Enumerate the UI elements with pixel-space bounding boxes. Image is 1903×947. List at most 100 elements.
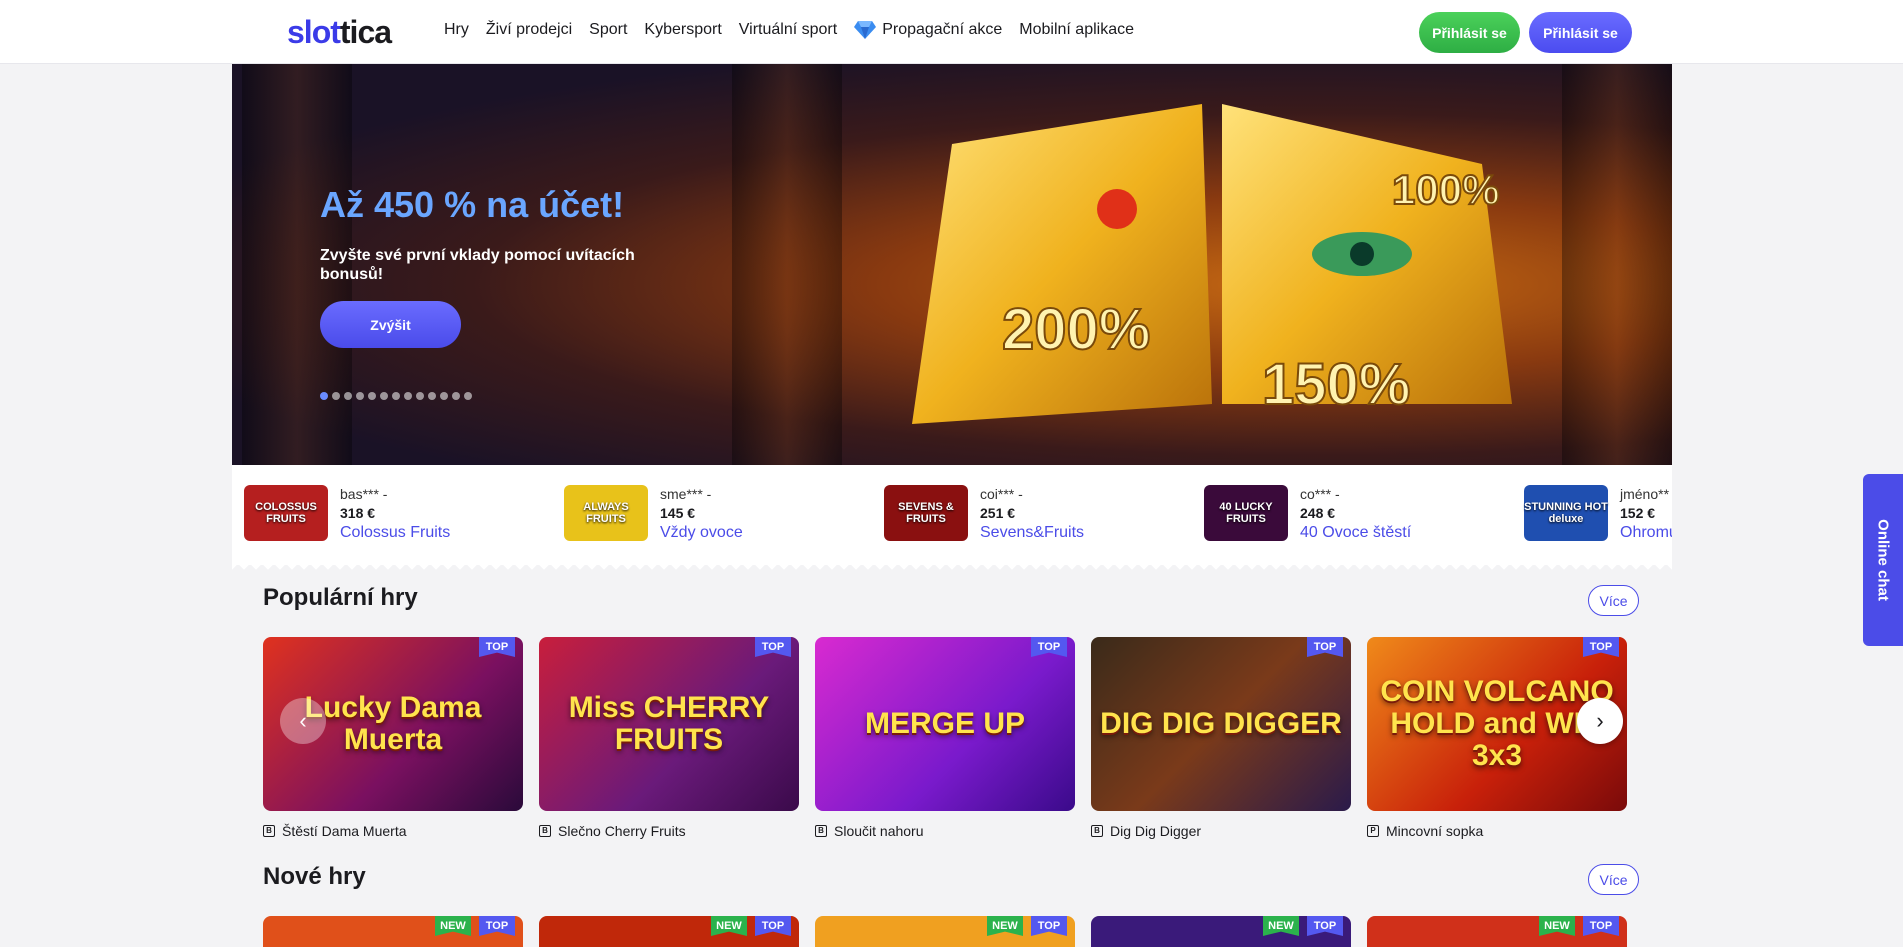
nav-item-mobile-app[interactable]: Mobilní aplikace bbox=[1019, 21, 1134, 39]
winner-username: co*** - bbox=[1300, 486, 1340, 502]
login-button-blue[interactable]: Přihlásit se bbox=[1529, 12, 1632, 53]
chevron-left-icon: ‹ bbox=[299, 708, 307, 733]
game-card[interactable]: Miss CHERRY FRUITS TOP bbox=[539, 637, 799, 811]
nav-item-live-dealers[interactable]: Živí prodejci bbox=[486, 21, 572, 39]
section-title-new: Nové hry bbox=[263, 863, 366, 890]
top-badge: TOP bbox=[479, 916, 515, 936]
game-name[interactable]: B Štěstí Dama Muerta bbox=[263, 823, 407, 839]
game-card[interactable]: NEW TOP bbox=[539, 916, 799, 947]
winner-info: bas*** - 318 € Colossus Fruits bbox=[340, 485, 450, 545]
pagination-dot[interactable] bbox=[428, 392, 436, 400]
banner-subtitle: Zvyšte své první vklady pomocí uvítacích… bbox=[320, 247, 635, 283]
banner-title: Až 450 % na účet! bbox=[320, 184, 625, 225]
carousel-prev-button[interactable]: ‹ bbox=[280, 698, 326, 744]
slottica-logo[interactable]: slottica bbox=[287, 14, 392, 51]
login-button-green[interactable]: Přihlásit se bbox=[1419, 12, 1520, 53]
game-title: Dig Dig Digger bbox=[1110, 823, 1202, 839]
nav-item-hry[interactable]: Hry bbox=[444, 21, 469, 39]
winner-amount: 145 € bbox=[660, 505, 696, 521]
game-art: MERGE UP bbox=[815, 637, 1075, 811]
pagination-dot[interactable] bbox=[464, 392, 472, 400]
pagination-dot[interactable] bbox=[368, 392, 376, 400]
pagination-dot[interactable] bbox=[320, 392, 328, 400]
more-button-new[interactable]: Více bbox=[1588, 864, 1639, 895]
game-card[interactable]: NEW TOP bbox=[263, 916, 523, 947]
top-badge: TOP bbox=[1583, 916, 1619, 936]
winner-info: jméno** 152 € Ohromu bbox=[1620, 485, 1672, 545]
game-title: Mincovní sopka bbox=[1386, 823, 1484, 839]
online-chat-tab[interactable]: Online chat bbox=[1863, 474, 1903, 646]
winner-game-link[interactable]: Sevens&Fruits bbox=[980, 523, 1084, 543]
winner-game-link[interactable]: 40 Ovoce štěstí bbox=[1300, 523, 1411, 543]
winner-username: jméno** bbox=[1620, 486, 1670, 502]
winner-amount: 251 € bbox=[980, 505, 1016, 521]
carousel-next-button[interactable]: › bbox=[1577, 698, 1623, 744]
nav-item-sport[interactable]: Sport bbox=[589, 21, 627, 39]
nav-item-promotions-label: Propagační akce bbox=[882, 21, 1003, 38]
game-thumbnail[interactable]: COLOSSUS FRUITS bbox=[244, 485, 328, 541]
pagination-dot[interactable] bbox=[452, 392, 460, 400]
boost-button[interactable]: Zvýšit bbox=[320, 301, 461, 348]
new-badge: NEW bbox=[711, 916, 747, 936]
game-card[interactable]: DIG DIG DIGGER TOP bbox=[1091, 637, 1351, 811]
chevron-right-icon: › bbox=[1596, 708, 1604, 733]
winner-item: COLOSSUS FRUITS bas*** - 318 € Colossus Fru… bbox=[244, 485, 450, 545]
top-badge: TOP bbox=[1307, 916, 1343, 936]
top-header: slottica Hry Živí prodejci Sport Kybersp… bbox=[0, 0, 1903, 64]
new-badge: NEW bbox=[1539, 916, 1575, 936]
winner-username: coi*** - bbox=[980, 486, 1023, 502]
game-name[interactable]: P Mincovní sopka bbox=[1367, 823, 1483, 839]
game-name[interactable]: B Sloučit nahoru bbox=[815, 823, 924, 839]
new-badge: NEW bbox=[435, 916, 471, 936]
golden-book-illustration: 200% 150% 100% bbox=[912, 104, 1512, 424]
game-card[interactable]: NEW TOP bbox=[1091, 916, 1351, 947]
nav-item-promotions[interactable]: Propagační akce bbox=[854, 21, 1002, 39]
online-chat-label: Online chat bbox=[1874, 519, 1892, 601]
game-thumbnail[interactable]: SEVENS & FRUITS bbox=[884, 485, 968, 541]
game-name[interactable]: B Slečno Cherry Fruits bbox=[539, 823, 686, 839]
winner-info: co*** - 248 € 40 Ovoce štěstí bbox=[1300, 485, 1411, 545]
more-button-popular[interactable]: Více bbox=[1588, 585, 1639, 616]
new-badge: NEW bbox=[1263, 916, 1299, 936]
provider-icon: B bbox=[1091, 825, 1103, 837]
winner-game-link[interactable]: Ohromu bbox=[1620, 523, 1672, 543]
nav-item-virtual-sport[interactable]: Virtuální sport bbox=[739, 21, 837, 39]
game-thumbnail[interactable]: 40 LUCKY FRUITS bbox=[1204, 485, 1288, 541]
bonus-label-200: 200% bbox=[1002, 297, 1150, 362]
game-card[interactable]: NEW TOP bbox=[815, 916, 1075, 947]
winner-item: ALWAYS FRUITS sme*** - 145 € Vždy ovoce bbox=[564, 485, 743, 545]
promo-banner[interactable]: 200% 150% 100% Až 450 % na účet! Zvyšte … bbox=[232, 64, 1672, 465]
pagination-dot[interactable] bbox=[332, 392, 340, 400]
game-thumbnail[interactable]: STUNNING HOT deluxe bbox=[1524, 485, 1608, 541]
winner-game-link[interactable]: Colossus Fruits bbox=[340, 523, 450, 543]
top-badge: TOP bbox=[755, 916, 791, 936]
game-card[interactable]: MERGE UP TOP bbox=[815, 637, 1075, 811]
banner-pagination bbox=[320, 392, 472, 400]
game-name[interactable]: B Dig Dig Digger bbox=[1091, 823, 1201, 839]
provider-icon: B bbox=[263, 825, 275, 837]
pagination-dot[interactable] bbox=[356, 392, 364, 400]
winner-amount: 152 € bbox=[1620, 505, 1656, 521]
pagination-dot[interactable] bbox=[404, 392, 412, 400]
game-art: Miss CHERRY FRUITS bbox=[539, 637, 799, 811]
banner-pillar bbox=[1562, 64, 1672, 465]
pagination-dot[interactable] bbox=[392, 392, 400, 400]
section-title-popular: Populární hry bbox=[263, 584, 418, 611]
nav-item-esport[interactable]: Kybersport bbox=[644, 21, 721, 39]
logo-part-2: tica bbox=[339, 14, 392, 50]
winner-game-link[interactable]: Vždy ovoce bbox=[660, 523, 743, 543]
pagination-dot[interactable] bbox=[416, 392, 424, 400]
pagination-dot[interactable] bbox=[380, 392, 388, 400]
bonus-label-150: 150% bbox=[1262, 352, 1410, 417]
game-card[interactable]: NEW TOP bbox=[1367, 916, 1627, 947]
game-thumbnail[interactable]: ALWAYS FRUITS bbox=[564, 485, 648, 541]
new-badge: NEW bbox=[987, 916, 1023, 936]
provider-icon: B bbox=[815, 825, 827, 837]
recent-winners: COLOSSUS FRUITS bas*** - 318 € Colossus Fru… bbox=[232, 465, 1672, 565]
winner-item: SEVENS & FRUITS coi*** - 251 € Sevens&Fruit… bbox=[884, 485, 1084, 545]
winner-item: 40 LUCKY FRUITS co*** - 248 € 40 Ovoce štěs… bbox=[1204, 485, 1411, 545]
winner-amount: 248 € bbox=[1300, 505, 1336, 521]
pagination-dot[interactable] bbox=[344, 392, 352, 400]
winner-username: bas*** - bbox=[340, 486, 388, 502]
pagination-dot[interactable] bbox=[440, 392, 448, 400]
